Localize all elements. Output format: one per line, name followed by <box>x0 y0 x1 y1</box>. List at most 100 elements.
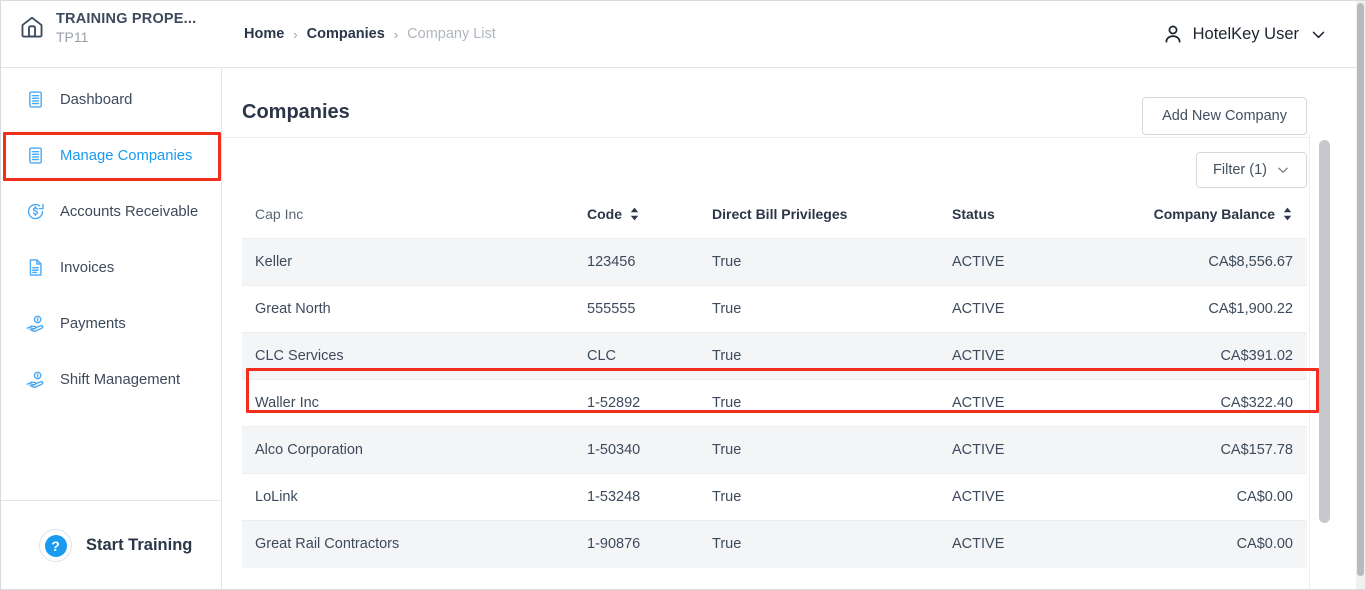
table-header-row: Cap Inc Code <box>242 198 1307 239</box>
clipboard-icon <box>25 145 46 166</box>
column-header-code[interactable]: Code <box>587 198 712 239</box>
content-scrollbar-thumb[interactable] <box>1319 140 1330 523</box>
cell-direct_bill: True <box>712 380 952 427</box>
table-row[interactable]: LoLink1-53248TrueACTIVECA$0.00 <box>242 474 1307 521</box>
breadcrumb-separator: › <box>394 28 398 41</box>
sidebar-item-invoices[interactable]: Invoices <box>1 248 222 287</box>
table-row[interactable]: Alco Corporation1-50340TrueACTIVECA$157.… <box>242 427 1307 474</box>
home-icon <box>19 14 45 40</box>
property-brand[interactable]: TRAINING PROPE... TP11 <box>19 11 196 46</box>
dollar-circle-arrow-icon <box>25 201 46 222</box>
cell-code: 555555 <box>587 286 712 333</box>
sidebar-item-payments[interactable]: Payments <box>1 304 222 343</box>
sidebar-item-shift-management[interactable]: Shift Management <box>1 360 222 399</box>
table-row[interactable]: Keller123456TrueACTIVECA$8,556.67 <box>242 239 1307 286</box>
breadcrumb-separator: › <box>293 28 297 41</box>
page-header: Companies Add New Company <box>222 68 1337 138</box>
cell-code: 1-90876 <box>587 521 712 568</box>
cell-name: Alco Corporation <box>242 427 587 474</box>
content-scrollbar-track[interactable] <box>1309 135 1337 590</box>
cell-balance: CA$1,900.22 <box>1152 286 1307 333</box>
table-row[interactable]: Waller Inc1-52892TrueACTIVECA$322.40 <box>242 380 1307 427</box>
sort-arrows-icon[interactable] <box>629 207 640 221</box>
cell-name: Waller Inc <box>242 380 587 427</box>
cell-status: ACTIVE <box>952 286 1152 333</box>
column-header-direct-bill-privileges[interactable]: Direct Bill Privileges <box>712 198 952 239</box>
column-header-label: Cap Inc <box>255 206 303 222</box>
chevron-down-icon <box>1276 163 1290 177</box>
filter-row: Filter (1) <box>222 138 1337 198</box>
page-scrollbar-thumb[interactable] <box>1357 3 1364 576</box>
hand-coin-icon <box>25 313 46 334</box>
breadcrumb-item-company-list: Company List <box>407 26 496 42</box>
cell-balance: CA$322.40 <box>1152 380 1307 427</box>
document-icon <box>25 257 46 278</box>
cell-code: CLC <box>587 333 712 380</box>
add-new-company-button[interactable]: Add New Company <box>1142 97 1307 135</box>
question-mark-icon: ? <box>39 529 72 562</box>
sidebar-item-dashboard[interactable]: Dashboard <box>1 80 222 119</box>
cell-code: 1-52892 <box>587 380 712 427</box>
breadcrumb: Home › Companies › Company List <box>244 26 496 42</box>
cell-name: Great North <box>242 286 587 333</box>
cell-balance: CA$0.00 <box>1152 474 1307 521</box>
page-scrollbar-track[interactable] <box>1356 1 1365 590</box>
filter-button-label: Filter (1) <box>1213 162 1267 178</box>
main-content: Companies Add New Company Filter (1) Cap… <box>222 68 1337 590</box>
clipboard-icon <box>25 89 46 110</box>
cell-name: CLC Services <box>242 333 587 380</box>
property-name: TRAINING PROPE... <box>56 11 196 27</box>
sidebar-item-label: Shift Management <box>60 372 180 388</box>
user-name-label: HotelKey User <box>1193 25 1299 44</box>
cell-direct_bill: True <box>712 239 952 286</box>
sidebar-item-accounts-receivable[interactable]: Accounts Receivable <box>1 192 222 231</box>
sidebar: Dashboard Manage Companies <box>1 68 222 590</box>
column-header-cap-inc[interactable]: Cap Inc <box>242 198 587 239</box>
start-training-button[interactable]: ? Start Training <box>1 500 221 590</box>
breadcrumb-item-home[interactable]: Home <box>244 26 284 42</box>
cell-code: 123456 <box>587 239 712 286</box>
cell-balance: CA$0.00 <box>1152 521 1307 568</box>
cell-direct_bill: True <box>712 521 952 568</box>
cell-direct_bill: True <box>712 474 952 521</box>
sidebar-nav-list: Dashboard Manage Companies <box>1 80 222 416</box>
column-header-label: Code <box>587 206 622 222</box>
cell-status: ACTIVE <box>952 239 1152 286</box>
chevron-down-icon <box>1310 26 1327 43</box>
breadcrumb-item-companies[interactable]: Companies <box>307 26 385 42</box>
person-icon <box>1162 23 1184 45</box>
cell-direct_bill: True <box>712 333 952 380</box>
column-header-status[interactable]: Status <box>952 198 1152 239</box>
sidebar-item-manage-companies[interactable]: Manage Companies <box>1 136 222 175</box>
companies-table-container: Cap Inc Code <box>242 198 1307 568</box>
cell-status: ACTIVE <box>952 521 1152 568</box>
cell-status: ACTIVE <box>952 474 1152 521</box>
cell-balance: CA$8,556.67 <box>1152 239 1307 286</box>
cell-name: Great Rail Contractors <box>242 521 587 568</box>
column-header-company-balance[interactable]: Company Balance <box>1152 198 1307 239</box>
cell-balance: CA$391.02 <box>1152 333 1307 380</box>
hand-coin-icon <box>25 369 46 390</box>
cell-name: LoLink <box>242 474 587 521</box>
sidebar-item-label: Accounts Receivable <box>60 204 198 220</box>
cell-status: ACTIVE <box>952 333 1152 380</box>
column-header-label: Status <box>952 206 995 222</box>
table-row[interactable]: Great Rail Contractors1-90876TrueACTIVEC… <box>242 521 1307 568</box>
sidebar-item-label: Payments <box>60 316 126 332</box>
filter-button[interactable]: Filter (1) <box>1196 152 1307 188</box>
table-body: Keller123456TrueACTIVECA$8,556.67Great N… <box>242 239 1307 568</box>
cell-status: ACTIVE <box>952 427 1152 474</box>
cell-status: ACTIVE <box>952 380 1152 427</box>
question-mark-badge: ? <box>45 535 67 557</box>
sidebar-item-label: Dashboard <box>60 92 132 108</box>
cell-balance: CA$157.78 <box>1152 427 1307 474</box>
page-title: Companies <box>242 101 350 124</box>
table-row[interactable]: Great North555555TrueACTIVECA$1,900.22 <box>242 286 1307 333</box>
user-menu[interactable]: HotelKey User <box>1162 23 1327 45</box>
table-row[interactable]: CLC ServicesCLCTrueACTIVECA$391.02 <box>242 333 1307 380</box>
column-header-label: Direct Bill Privileges <box>712 206 847 222</box>
top-bar: TRAINING PROPE... TP11 Home › Companies … <box>1 1 1365 68</box>
cell-direct_bill: True <box>712 427 952 474</box>
sidebar-item-label: Invoices <box>60 260 114 276</box>
sort-arrows-icon[interactable] <box>1282 207 1293 221</box>
